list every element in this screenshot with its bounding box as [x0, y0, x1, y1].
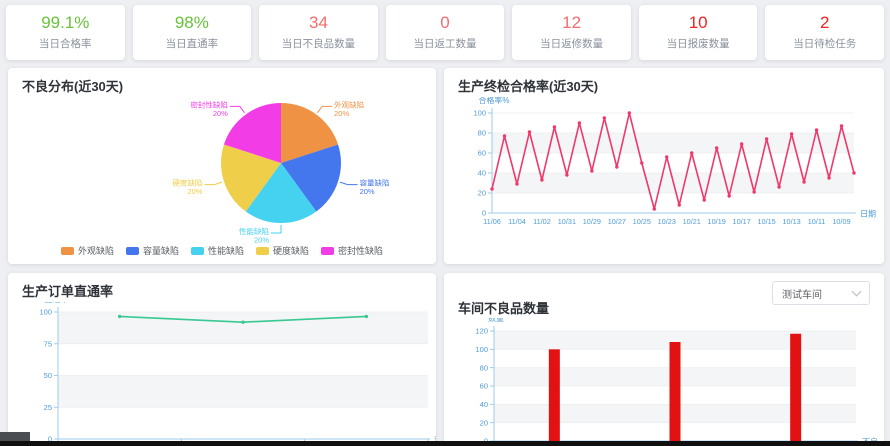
svg-text:10/17: 10/17: [733, 217, 751, 226]
kpi-card: 34 当日不良品数量: [259, 5, 378, 60]
legend-item[interactable]: 容量缺陷: [126, 244, 179, 257]
legend-label: 密封性缺陷: [338, 244, 383, 257]
svg-text:80: 80: [480, 363, 488, 372]
kpi-value: 10: [689, 14, 708, 31]
kpi-card: 10 当日报废数量: [639, 5, 758, 60]
window-bottom-bar: [0, 441, 890, 446]
svg-text:60: 60: [478, 149, 486, 158]
legend-label: 性能缺陷: [208, 244, 244, 257]
svg-text:10/31: 10/31: [558, 217, 576, 226]
final-pass-rate-chart: 020406080100合格率%日期11/0611/0411/0210/3110…: [444, 97, 884, 261]
legend-item[interactable]: 性能缺陷: [191, 244, 244, 257]
svg-text:11/06: 11/06: [483, 217, 501, 226]
bar: [790, 334, 801, 441]
svg-text:10/21: 10/21: [683, 217, 701, 226]
legend-swatch: [256, 247, 269, 255]
svg-text:50: 50: [44, 371, 52, 380]
kpi-value: 2: [820, 14, 829, 31]
legend-item[interactable]: 外观缺陷: [61, 244, 114, 257]
card-title: 生产终检合格率(近30天): [444, 68, 884, 95]
svg-text:10/11: 10/11: [808, 217, 826, 226]
svg-text:11/02: 11/02: [533, 217, 551, 226]
kpi-label: 当日报废数量: [667, 36, 730, 51]
workshop-select[interactable]: 测试车间: [772, 281, 870, 305]
svg-text:120: 120: [475, 327, 488, 336]
svg-text:75: 75: [44, 339, 52, 348]
defect-pie-chart: 外观缺陷20% 容量缺陷20% 性能缺陷20% 硬度缺陷20% 密封性缺陷20%: [8, 97, 436, 245]
kpi-value: 99.1%: [41, 14, 89, 31]
kpi-value: 98%: [175, 14, 209, 31]
svg-text:10/15: 10/15: [757, 217, 775, 226]
svg-text:性能缺陷20%: 性能缺陷20%: [239, 226, 269, 245]
svg-text:20: 20: [480, 418, 488, 427]
kpi-card: 98% 当日直通率: [133, 5, 252, 60]
svg-text:日期: 日期: [860, 210, 876, 219]
legend-swatch: [191, 247, 204, 255]
svg-text:40: 40: [478, 169, 486, 178]
chevron-down-icon: [852, 287, 862, 297]
svg-text:100: 100: [473, 109, 486, 118]
kpi-label: 当日返工数量: [414, 36, 477, 51]
svg-text:11/04: 11/04: [508, 217, 526, 226]
svg-text:10/27: 10/27: [608, 217, 626, 226]
svg-text:10/19: 10/19: [708, 217, 726, 226]
card-title: 生产订单直通率: [8, 273, 436, 300]
workshop-select-value: 测试车间: [773, 286, 853, 301]
kpi-value: 34: [309, 14, 328, 31]
svg-text:40: 40: [480, 400, 488, 409]
svg-text:10/13: 10/13: [782, 217, 800, 226]
svg-text:硬度缺陷20%: 硬度缺陷20%: [172, 178, 202, 197]
kpi-card: 0 当日返工数量: [386, 5, 505, 60]
legend-label: 硬度缺陷: [273, 244, 309, 257]
bar: [549, 349, 560, 441]
kpi-card: 99.1% 当日合格率: [6, 5, 125, 60]
legend-swatch: [126, 247, 139, 255]
kpi-card: 12 当日返修数量: [512, 5, 631, 60]
svg-text:10/29: 10/29: [583, 217, 601, 226]
kpi-label: 当日待检任务: [793, 36, 856, 51]
legend-label: 容量缺陷: [143, 244, 179, 257]
card-defect-distribution: 不良分布(近30天) 外观缺陷20% 容量缺陷20% 性能缺陷20% 硬度缺陷20% 密…: [8, 68, 436, 264]
kpi-label: 当日不良品数量: [282, 36, 356, 51]
card-title: 不良分布(近30天): [8, 68, 436, 95]
svg-text:直通率%: 直通率%: [44, 302, 75, 304]
svg-text:10/25: 10/25: [633, 217, 651, 226]
legend-item[interactable]: 密封性缺陷: [321, 244, 383, 257]
card-workshop-defects: 测试车间 车间不良品数量 020406080100120数量不良外观缺陷性能缺陷…: [444, 273, 884, 446]
card-final-pass-rate: 生产终检合格率(近30天) 020406080100合格率%日期11/0611/…: [444, 68, 884, 264]
kpi-label: 当日合格率: [39, 36, 92, 51]
svg-text:合格率%: 合格率%: [478, 97, 509, 105]
workshop-defect-chart: 020406080100120数量不良外观缺陷性能缺陷硬度缺陷: [444, 318, 884, 446]
bar: [670, 342, 681, 441]
svg-text:容量缺陷20%: 容量缺陷20%: [360, 178, 390, 197]
legend-swatch: [321, 247, 334, 255]
svg-text:25: 25: [44, 403, 52, 412]
kpi-label: 当日直通率: [166, 36, 219, 51]
svg-text:密封性缺陷20%: 密封性缺陷20%: [190, 99, 228, 118]
svg-text:10/09: 10/09: [832, 217, 850, 226]
svg-text:60: 60: [480, 382, 488, 391]
legend-item[interactable]: 硬度缺陷: [256, 244, 309, 257]
kpi-card: 2 当日待检任务: [765, 5, 884, 60]
svg-text:100: 100: [475, 345, 488, 354]
kpi-label: 当日返修数量: [540, 36, 603, 51]
svg-text:100: 100: [39, 308, 52, 317]
kpi-value: 12: [562, 14, 581, 31]
card-order-pass-rate: 生产订单直通率 0255075100直通率%订单2402122402122402…: [8, 273, 436, 446]
svg-text:数量: 数量: [488, 318, 504, 323]
legend-label: 外观缺陷: [78, 244, 114, 257]
svg-text:外观缺陷20%: 外观缺陷20%: [334, 99, 364, 118]
kpi-value: 0: [440, 14, 449, 31]
svg-text:10/23: 10/23: [658, 217, 676, 226]
kpi-row: 99.1% 当日合格率 98% 当日直通率 34 当日不良品数量 0 当日返工数量 12 当日返修…: [6, 5, 884, 60]
pie-legend: 外观缺陷 容量缺陷 性能缺陷 硬度缺陷 密封性缺陷: [8, 244, 436, 257]
legend-swatch: [61, 247, 74, 255]
order-pass-rate-chart: 0255075100直通率%订单240212240212240212: [8, 302, 436, 446]
svg-text:80: 80: [478, 129, 486, 138]
svg-text:20: 20: [478, 189, 486, 198]
